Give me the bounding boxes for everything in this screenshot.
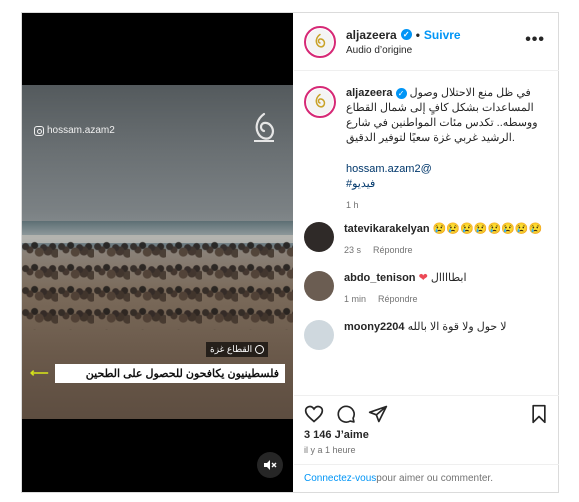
speaker-muted-icon: [264, 460, 277, 470]
caption-username[interactable]: aljazeera: [346, 87, 392, 99]
comment-row: moony2204 لا حول ولا قوة الا بالله: [294, 320, 559, 350]
caption-row: aljazeera ✓ في ظل منع الاحتلال وصول المس…: [294, 86, 559, 210]
comment-prompt: Connectez-vous pour aimer ou commenter.: [294, 464, 559, 492]
verified-badge-icon: ✓: [400, 29, 412, 40]
comments-list[interactable]: aljazeera ✓ في ظل منع الاحتلال وصول المس…: [294, 72, 559, 395]
follow-button[interactable]: Suivre: [424, 28, 461, 42]
comment-username[interactable]: moony2204: [344, 321, 405, 333]
comment-row: abdo_tenison ❤ ابطاااال 1 min Répondre: [294, 271, 559, 304]
audio-label[interactable]: Audio d’origine: [346, 45, 461, 56]
likes-count[interactable]: 3 146 J’aime: [304, 429, 369, 441]
comment-row: tatevikarakelyan 😢😢😢😢😢😢😢😢 23 s Répondre: [294, 222, 559, 255]
reply-button[interactable]: Répondre: [373, 245, 413, 255]
post-header: aljazeera ✓ • Suivre Audio d’origine •••: [294, 13, 559, 71]
comment-username[interactable]: tatevikarakelyan: [344, 223, 430, 235]
crowd-scene: [22, 240, 293, 330]
comment-time[interactable]: 23 s: [344, 245, 361, 255]
video-watermark: hossam.azam2: [34, 125, 115, 136]
like-heart-icon[interactable]: [304, 404, 324, 424]
commenter-avatar[interactable]: [304, 271, 334, 301]
commenter-avatar[interactable]: [304, 222, 334, 252]
caption-mention[interactable]: hossam.azam2@: [346, 162, 549, 177]
aljazeera-logo-icon: [315, 93, 326, 108]
post-sidebar: aljazeera ✓ • Suivre Audio d’origine •••: [294, 13, 559, 492]
action-bar: [294, 395, 559, 431]
caption-avatar[interactable]: [304, 86, 336, 118]
caption-meta: 1 h: [346, 200, 549, 210]
sea-band: [22, 221, 293, 235]
save-bookmark-icon[interactable]: [529, 404, 549, 424]
comment-text: لا حول ولا قوة الا بالله: [407, 321, 507, 333]
comment-username[interactable]: abdo_tenison: [344, 272, 416, 284]
comment-text: ابطاااال: [430, 272, 467, 284]
location-tag: القطاع غزة: [206, 342, 269, 357]
post-timestamp[interactable]: il y a 1 heure: [304, 445, 356, 455]
author-username[interactable]: aljazeera: [346, 28, 397, 42]
post-media[interactable]: hossam.azam2 القطاع غزة ⟵ فلسطينيون يكاف…: [22, 13, 293, 492]
headline-bar: ⟵ فلسطينيون يكافحون للحصول على الطحين: [30, 363, 285, 383]
comment-text: 😢😢😢😢😢😢😢😢: [432, 223, 543, 235]
location-pin-icon: [255, 345, 265, 354]
reply-button[interactable]: Répondre: [378, 294, 418, 304]
instagram-icon: [34, 125, 44, 136]
place-tag-text: القطاع غزة: [210, 344, 253, 354]
login-link[interactable]: Connectez-vous: [304, 473, 376, 484]
separator-dot: •: [415, 27, 420, 42]
mute-button[interactable]: [257, 452, 283, 478]
comment-bubble-icon[interactable]: [336, 404, 356, 424]
caption-time[interactable]: 1 h: [346, 200, 359, 210]
caption-hashtag[interactable]: #فيديو: [346, 177, 549, 192]
comment-prompt-text: pour aimer ou commenter.: [376, 473, 493, 484]
video-frame[interactable]: hossam.azam2 القطاع غزة ⟵ فلسطينيون يكاف…: [22, 85, 293, 419]
video-headline: فلسطينيون يكافحون للحصول على الطحين: [54, 363, 285, 383]
verified-badge-icon: ✓: [395, 88, 407, 99]
post-card: hossam.azam2 القطاع غزة ⟵ فلسطينيون يكاف…: [21, 12, 559, 493]
aljazeera-logo-icon: [254, 112, 274, 142]
red-heart-icon: ❤: [418, 272, 428, 284]
share-send-icon[interactable]: [368, 404, 388, 424]
aljazeera-logo-icon: [315, 33, 326, 48]
watermark-handle: hossam.azam2: [47, 125, 115, 136]
more-options-button[interactable]: •••: [525, 31, 545, 49]
commenter-avatar[interactable]: [304, 320, 334, 350]
author-avatar[interactable]: [304, 25, 336, 58]
comment-time[interactable]: 1 min: [344, 294, 366, 304]
arrow-left-icon: ⟵: [30, 365, 49, 380]
